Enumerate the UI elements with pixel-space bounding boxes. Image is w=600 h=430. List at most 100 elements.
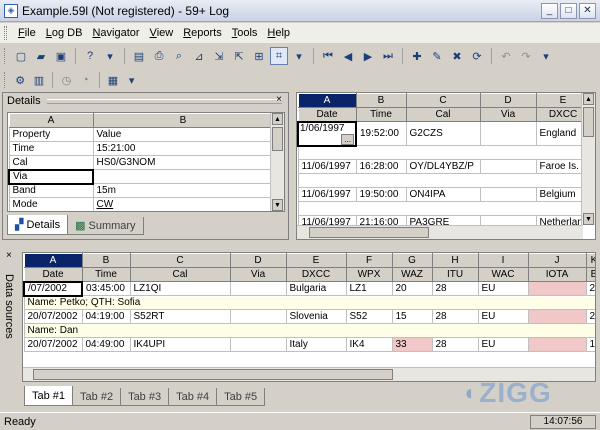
wpx-cell[interactable]: IK4 — [345, 337, 393, 352]
table-row[interactable]: 1/06/1997... 19:52:00 G2CZS England — [297, 120, 583, 147]
dxcc-cell[interactable]: Faroe Is. — [535, 159, 583, 174]
scroll-thumb[interactable] — [272, 127, 283, 151]
dxcc-cell[interactable]: Italy — [285, 337, 347, 352]
field-header-time[interactable]: Time — [355, 107, 407, 122]
tab-3[interactable]: Tab #3 — [120, 388, 170, 406]
field-header-wac[interactable]: WAC — [477, 267, 529, 282]
field-header-cal[interactable]: Cal — [405, 107, 481, 122]
call-cell[interactable]: PA3GRE — [405, 215, 481, 225]
time-cell[interactable]: 19:52:00 — [355, 121, 407, 146]
next-record-icon[interactable]: ▶ — [359, 47, 377, 65]
scroll-thumb[interactable] — [583, 107, 594, 137]
table-row[interactable]: Cal HS0/G3NOM — [8, 155, 274, 170]
field-header-band[interactable]: B — [585, 267, 595, 282]
date-cell[interactable]: 11/06/1997 — [297, 159, 357, 174]
call-cell[interactable]: OY/DL4YBZ/P — [405, 159, 481, 174]
dxcc-cell[interactable]: Netherland — [535, 215, 583, 225]
iota-cell[interactable] — [527, 309, 587, 324]
export-icon[interactable]: ⇱ — [230, 47, 248, 65]
menu-file[interactable]: File — [13, 27, 41, 39]
field-header-via[interactable]: Via — [229, 267, 287, 282]
time-cell[interactable]: 19:50:00 — [355, 187, 407, 202]
column-header-a[interactable]: A — [297, 93, 357, 108]
maximize-button[interactable]: □ — [560, 3, 577, 19]
column-header-e[interactable]: E — [285, 253, 347, 268]
dxcc-cell[interactable]: England — [535, 121, 583, 146]
grid-settings-icon[interactable]: ⌗ — [270, 47, 288, 65]
table-row[interactable]: /07/200203:45:00LZ1QI BulgariaLZ12028EU 20… — [23, 280, 595, 297]
column-header-d[interactable]: D — [479, 93, 537, 108]
date-cell-editor[interactable]: 1/06/1997... — [297, 120, 357, 147]
last-record-icon[interactable]: ⏭ — [379, 47, 397, 65]
itu-cell[interactable]: 28 — [431, 309, 479, 324]
via-cell[interactable] — [229, 309, 287, 324]
iota-cell[interactable] — [527, 281, 587, 296]
scroll-thumb[interactable] — [309, 227, 429, 238]
column-header-c[interactable]: C — [129, 253, 231, 268]
app-icon[interactable]: ◈ — [4, 3, 18, 18]
band-cell[interactable]: 17m — [585, 337, 595, 352]
query-icon[interactable]: ⚙ — [12, 71, 29, 89]
details-vscroll[interactable]: ▲ ▼ — [270, 113, 284, 211]
field-header-waz[interactable]: WAZ — [391, 267, 433, 282]
dxcc-cell[interactable]: Belgium — [535, 187, 583, 202]
menu-log-db[interactable]: Log DB — [41, 27, 88, 39]
time-cell[interactable]: 03:45:00 — [81, 281, 131, 296]
via-cell[interactable] — [479, 187, 537, 202]
waz-cell[interactable]: 33 — [391, 337, 433, 352]
table-row[interactable]: 20/07/2002 04:19:00 S52RT Slovenia S52 15 28 EU… — [23, 309, 595, 324]
field-header-date[interactable]: Date — [297, 107, 357, 122]
data-sources-label[interactable]: Data sources — [3, 274, 15, 339]
time-cell[interactable]: 16:28:00 — [355, 159, 407, 174]
wac-cell[interactable]: EU — [477, 337, 529, 352]
table-icon[interactable]: ▦ — [105, 71, 122, 89]
column-header-d[interactable]: D — [229, 253, 287, 268]
table-row[interactable]: 20/07/200204:49:00IK4UPI ItalyIK43328EU 17… — [23, 337, 595, 352]
field-header-dxcc[interactable]: DXCC — [285, 267, 347, 282]
table-row[interactable]: 11/06/1997 19:50:00 ON4IPA Belgium — [297, 187, 583, 202]
scroll-up-icon[interactable]: ▲ — [272, 113, 283, 125]
call-cell[interactable]: ON4IPA — [405, 187, 481, 202]
edit-record-icon[interactable]: ✎ — [428, 47, 446, 65]
field-header-time[interactable]: Time — [81, 267, 131, 282]
field-header-via[interactable]: Via — [479, 107, 537, 122]
call-cell[interactable]: IK4UPI — [129, 337, 231, 352]
wac-cell[interactable]: EU — [477, 309, 529, 324]
column-header-f[interactable]: F — [345, 253, 393, 268]
menu-reports[interactable]: Reports — [178, 27, 227, 39]
via-cell[interactable] — [229, 337, 287, 352]
close-icon[interactable]: × — [6, 250, 12, 261]
delete-record-icon[interactable]: ✖ — [448, 47, 466, 65]
table-row[interactable]: Band 15m — [8, 183, 274, 198]
scroll-thumb[interactable] — [33, 369, 393, 380]
save-icon[interactable]: ▣ — [52, 47, 70, 65]
field-header-call[interactable]: Cal — [129, 267, 231, 282]
wac-cell[interactable]: EU — [477, 281, 529, 296]
wpx-cell[interactable]: LZ1 — [345, 281, 393, 296]
top-grid-hscroll[interactable] — [297, 225, 583, 239]
table-row[interactable]: Time 15:21:00 — [8, 141, 274, 156]
date-cell[interactable]: 11/06/1997 — [297, 215, 357, 225]
column-header-b[interactable]: B — [92, 113, 274, 128]
layout-icon[interactable]: ⊞ — [250, 47, 268, 65]
column-header-i[interactable]: I — [477, 253, 529, 268]
via-cell[interactable] — [479, 121, 537, 146]
table-row[interactable]: 11/06/1997 21:16:00 PA3GRE Netherland — [297, 215, 583, 225]
date-cell[interactable]: 20/07/2002 — [23, 337, 83, 352]
date-picker-button[interactable]: ... — [341, 133, 354, 144]
time-cell[interactable]: 04:19:00 — [81, 309, 131, 324]
menu-view[interactable]: View — [145, 27, 179, 39]
column-header-a[interactable]: A — [23, 253, 83, 268]
tab-5[interactable]: Tab #5 — [216, 388, 266, 406]
time-cell[interactable]: 21:16:00 — [355, 215, 407, 225]
field-header-dxcc[interactable]: DXCC — [535, 107, 583, 122]
column-header-b[interactable]: B — [81, 253, 131, 268]
call-cell[interactable]: G2CZS — [405, 121, 481, 146]
column-header-k[interactable]: K — [585, 253, 595, 268]
dropdown-arrow-icon[interactable]: ▾ — [290, 47, 308, 65]
via-cell[interactable] — [479, 159, 537, 174]
property-value[interactable]: HS0/G3NOM — [92, 155, 274, 170]
add-record-icon[interactable]: ✚ — [408, 47, 426, 65]
menu-tools[interactable]: Tools — [227, 27, 263, 39]
previous-record-icon[interactable]: ◀ — [339, 47, 357, 65]
